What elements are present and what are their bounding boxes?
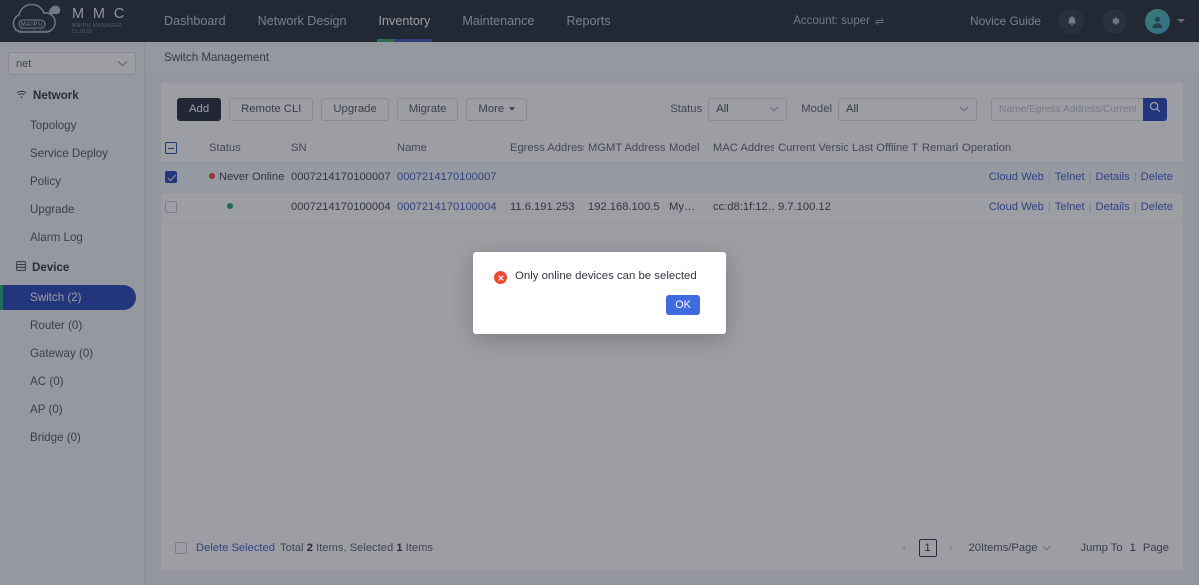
dialog-message-row: Only online devices can be selected [473, 252, 726, 284]
error-circle-icon [494, 271, 507, 284]
alert-dialog: Only online devices can be selected OK [473, 252, 726, 334]
app-root: MAIPU MAKE IT INTELLIGENT M M C MAIPU MA… [0, 0, 1199, 585]
dialog-actions: OK [473, 284, 726, 315]
ok-button[interactable]: OK [666, 295, 700, 315]
dialog-message: Only online devices can be selected [515, 270, 697, 282]
